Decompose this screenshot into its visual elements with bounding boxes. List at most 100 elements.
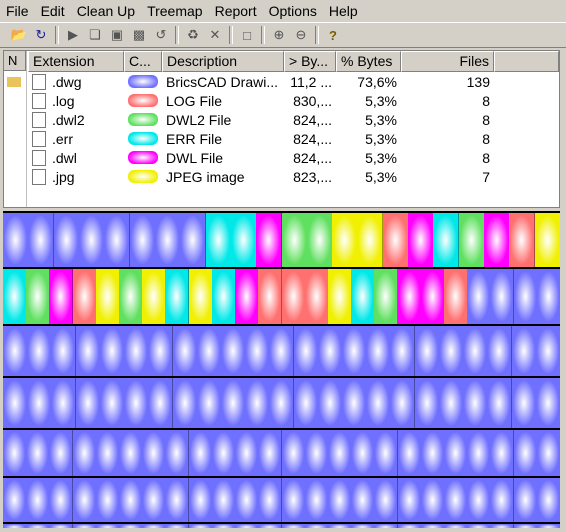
treemap-cell[interactable] (535, 213, 560, 267)
treemap-cell[interactable] (408, 213, 434, 267)
treemap-cell[interactable] (490, 524, 514, 528)
treemap-cell[interactable] (3, 524, 27, 528)
treemap-cell[interactable] (269, 378, 294, 428)
treemap-cell[interactable] (269, 326, 294, 376)
treemap-cell[interactable] (165, 430, 189, 476)
delete-icon[interactable]: ✕ (204, 24, 226, 46)
table-row[interactable]: .dwg BricsCAD Drawi... 11,2 ... 73,6% 139 (28, 72, 559, 91)
treemap-cell[interactable] (73, 478, 97, 522)
treemap-cell[interactable] (374, 524, 398, 528)
treemap-cell[interactable] (351, 524, 375, 528)
treemap-cell[interactable] (537, 524, 560, 528)
refresh-icon[interactable]: ↻ (30, 24, 52, 46)
properties-icon[interactable]: □ (236, 24, 258, 46)
treemap-cell[interactable] (305, 478, 329, 522)
treemap-cell[interactable] (3, 430, 27, 476)
treemap-cell[interactable] (305, 430, 329, 476)
menu-treemap[interactable]: Treemap (141, 0, 209, 22)
treemap-cell[interactable] (390, 326, 415, 376)
treemap-cell[interactable] (444, 478, 468, 522)
treemap-cell[interactable] (398, 524, 422, 528)
treemap-cell[interactable] (26, 478, 50, 522)
treemap-cell[interactable] (433, 213, 459, 267)
treemap-cell[interactable] (3, 478, 27, 522)
open-icon[interactable]: 📂 (8, 24, 30, 46)
treemap-cell[interactable] (173, 378, 198, 428)
treemap-cell[interactable] (73, 524, 97, 528)
treemap-cell[interactable] (79, 213, 105, 267)
menu-options[interactable]: Options (263, 0, 323, 22)
treemap-cell[interactable] (49, 478, 73, 522)
treemap-cell[interactable] (328, 524, 352, 528)
table-row[interactable]: .dwl DWL File 824,... 5,3% 8 (28, 148, 559, 167)
treemap-cell[interactable] (490, 269, 514, 324)
treemap-cell[interactable] (119, 269, 143, 324)
treemap-cell[interactable] (357, 213, 383, 267)
treemap-cell[interactable] (318, 326, 343, 376)
treemap-cell[interactable] (342, 326, 367, 376)
table-row[interactable]: .err ERR File 824,... 5,3% 8 (28, 129, 559, 148)
treemap-cell[interactable] (415, 326, 440, 376)
treemap-cell[interactable] (235, 524, 259, 528)
treemap-cell[interactable] (258, 524, 282, 528)
directory-pane-edge[interactable]: N (4, 51, 27, 207)
treemap-cell[interactable] (3, 378, 28, 428)
treemap-cell[interactable] (142, 269, 166, 324)
treemap-cell[interactable] (148, 378, 173, 428)
treemap-cell[interactable] (212, 269, 236, 324)
treemap-cell[interactable] (366, 326, 391, 376)
treemap-cell[interactable] (258, 478, 282, 522)
treemap-cell[interactable] (76, 326, 101, 376)
treemap-cell[interactable] (342, 378, 367, 428)
treemap-cell[interactable] (374, 478, 398, 522)
treemap-cell[interactable] (439, 326, 464, 376)
treemap-cell[interactable] (3, 213, 29, 267)
treemap-cell[interactable] (100, 378, 125, 428)
treemap-cell[interactable] (282, 430, 306, 476)
treemap-cell[interactable] (235, 478, 259, 522)
treemap-cell[interactable] (512, 326, 537, 376)
treemap-cell[interactable] (258, 269, 282, 324)
treemap-cell[interactable] (258, 430, 282, 476)
treemap-cell[interactable] (212, 524, 236, 528)
treemap-cell[interactable] (537, 430, 560, 476)
column-header-bytes[interactable]: > By... (284, 51, 336, 72)
treemap-cell[interactable] (76, 378, 101, 428)
treemap-cell[interactable] (282, 478, 306, 522)
treemap-cell[interactable] (390, 378, 415, 428)
table-row[interactable]: .log LOG File 830,... 5,3% 8 (28, 91, 559, 110)
menu-file[interactable]: File (0, 0, 35, 22)
treemap-cell[interactable] (142, 524, 166, 528)
treemap-cell[interactable] (142, 478, 166, 522)
treemap-cell[interactable] (415, 378, 440, 428)
treemap-cell[interactable] (282, 524, 306, 528)
treemap-cell[interactable] (514, 269, 538, 324)
treemap-cell[interactable] (439, 378, 464, 428)
column-header-description[interactable]: Description (162, 51, 284, 72)
treemap-cell[interactable] (3, 326, 28, 376)
treemap-cell[interactable] (173, 326, 198, 376)
treemap-cell[interactable] (514, 478, 538, 522)
treemap-cell[interactable] (514, 524, 538, 528)
cmd-icon[interactable]: ▩ (128, 24, 150, 46)
treemap-cell[interactable] (490, 430, 514, 476)
treemap-cell[interactable] (421, 524, 445, 528)
treemap-cell[interactable] (514, 430, 538, 476)
zoom-in-icon[interactable]: ⊕ (268, 24, 290, 46)
treemap-cell[interactable] (212, 430, 236, 476)
treemap-cell[interactable] (96, 524, 120, 528)
treemap-cell[interactable] (51, 378, 76, 428)
treemap-cell[interactable] (332, 213, 358, 267)
menu-edit[interactable]: Edit (35, 0, 71, 22)
treemap-cell[interactable] (27, 326, 52, 376)
name-column-header[interactable]: N (4, 51, 26, 71)
help-icon[interactable]: ? (322, 24, 344, 46)
treemap-cell[interactable] (165, 524, 189, 528)
treemap-cell[interactable] (26, 430, 50, 476)
treemap-cell[interactable] (100, 326, 125, 376)
treemap-cell[interactable] (124, 326, 149, 376)
treemap-cell[interactable] (206, 213, 232, 267)
treemap-cell[interactable] (26, 524, 50, 528)
treemap-cell[interactable] (26, 269, 50, 324)
treemap-cell[interactable] (305, 269, 329, 324)
